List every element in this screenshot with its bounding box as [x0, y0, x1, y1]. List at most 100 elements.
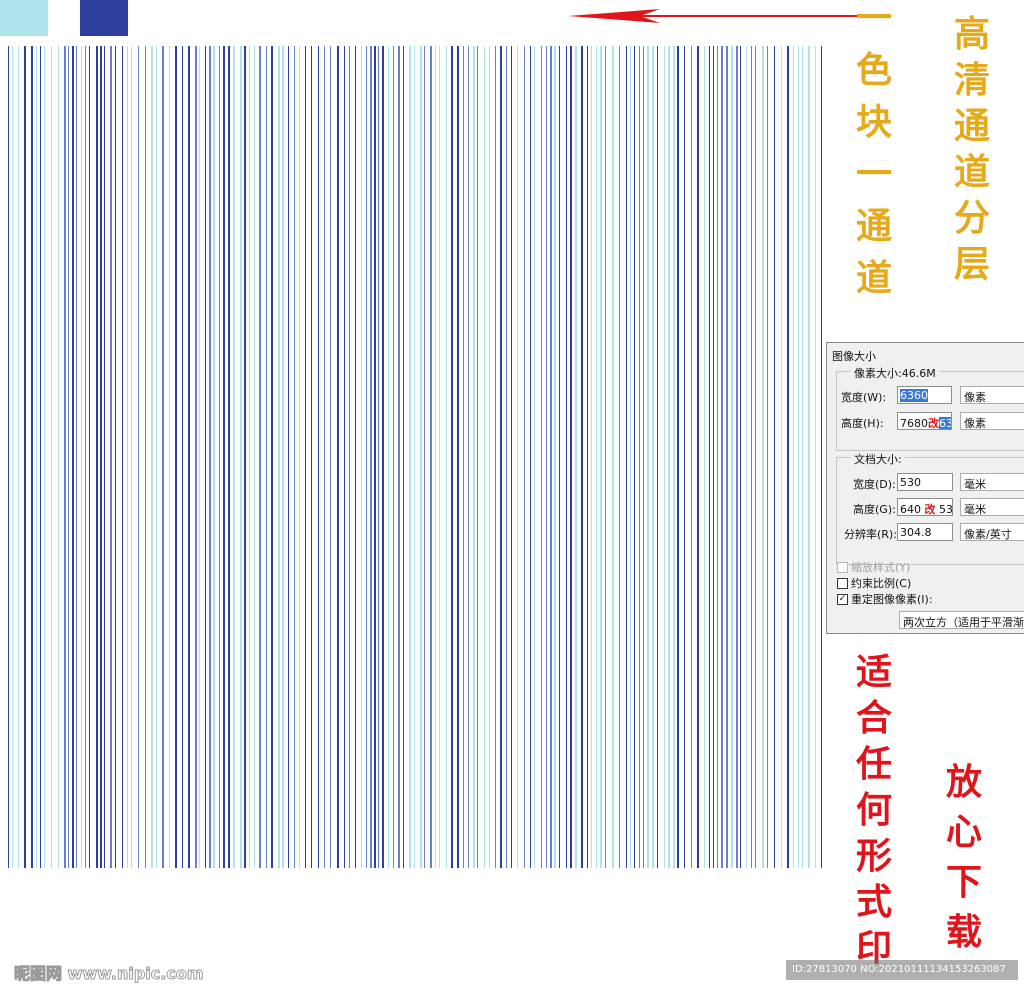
stripe-line: [209, 46, 211, 868]
stripe-line: [668, 46, 670, 868]
stripe-line: [254, 46, 255, 868]
annotation-hd-channel-layers: 高清通道分层: [954, 16, 990, 282]
stripe-line: [205, 46, 206, 868]
stripe-line: [587, 46, 588, 868]
stripe-line: [127, 46, 128, 868]
annotation-char: 通: [856, 205, 893, 247]
stripe-line: [182, 46, 183, 868]
stripe-line: [463, 46, 464, 868]
pixel-height-input[interactable]: 7680改6360: [897, 412, 952, 430]
stripe-line: [233, 46, 235, 868]
constrain-proportions-checkbox[interactable]: 约束比例(C): [837, 575, 911, 591]
stripe-line: [409, 46, 411, 868]
resample-image-checkbox[interactable]: ✓ 重定图像像素(I):: [837, 591, 933, 607]
stripe-line: [85, 46, 86, 868]
stripe-line: [223, 46, 225, 868]
stripe-line: [581, 46, 583, 868]
pixel-width-label: 宽度(W):: [841, 391, 887, 404]
stripe-line: [199, 46, 200, 868]
annotation-char: 层: [954, 243, 991, 285]
image-size-dialog: 图像大小 像素大小:46.6M 宽度(W): 6360 像素 ⌄ 高度(H): …: [826, 342, 1024, 634]
annotation-char: 合: [856, 697, 893, 739]
stripe-line: [115, 46, 116, 868]
stripe-line: [566, 46, 567, 868]
document-size-group: 文档大小: 宽度(D): 530 毫米 高度(G): 640 改 530 毫米 …: [836, 451, 1024, 565]
doc-height-row: 高度(G): 640 改 530 毫米: [837, 498, 1024, 518]
resolution-input[interactable]: 304.8: [897, 523, 953, 541]
annotation-char: 载: [946, 911, 983, 953]
stripe-line: [500, 46, 502, 868]
stripe-line: [709, 46, 710, 868]
doc-height-input[interactable]: 640 改 530: [897, 498, 953, 516]
stripe-line: [612, 46, 614, 868]
stripe-line: [96, 46, 98, 868]
stripe-line: [344, 46, 345, 868]
annotation-char: 式: [856, 881, 893, 923]
stripe-line: [81, 46, 82, 868]
pixel-height-unit-select[interactable]: 像素 ⌄: [960, 412, 1024, 430]
stripe-line: [664, 46, 665, 868]
annotation-char: 块: [856, 101, 893, 143]
annotation-suitable-for-any-print: 适合任何形式印: [856, 654, 892, 966]
stripe-line: [793, 46, 794, 868]
stripe-line: [634, 46, 635, 868]
stripe-line: [330, 46, 331, 868]
doc-width-unit-select[interactable]: 毫米: [960, 473, 1024, 491]
stripe-line: [40, 46, 41, 868]
stripe-line: [8, 46, 9, 868]
stripe-line: [169, 46, 170, 868]
stripe-line: [575, 46, 577, 868]
stripe-line: [626, 46, 627, 868]
pixel-height-label: 高度(H):: [841, 417, 884, 430]
resolution-row: 分辨率(R): 304.8 像素/英寸: [837, 523, 1024, 543]
stripe-line: [554, 46, 556, 868]
stripe-line: [213, 46, 215, 868]
stripe-line: [717, 46, 718, 868]
stripe-line: [68, 46, 69, 868]
stripe-line: [630, 46, 631, 868]
stripe-line: [188, 46, 190, 868]
stripe-line: [546, 46, 547, 868]
stripe-line: [511, 46, 512, 868]
stripe-line: [704, 46, 705, 868]
stripe-line: [605, 46, 606, 868]
stripe-line: [398, 46, 400, 868]
stripe-line: [489, 46, 490, 868]
stripe-line: [122, 46, 123, 868]
stripe-line: [318, 46, 319, 868]
stripe-line: [361, 46, 362, 868]
stripe-line: [72, 46, 74, 868]
annotation-char: 何: [856, 789, 893, 831]
annotation-char: 高: [954, 13, 991, 55]
scale-styles-checkbox[interactable]: 缩放样式(Y): [837, 559, 910, 575]
stripe-line: [278, 46, 280, 868]
annotation-one-color-block-one-channel: 一色块一通道: [856, 0, 892, 296]
stripe-line: [815, 46, 816, 868]
stripe-line: [271, 46, 273, 868]
stripe-line: [677, 46, 679, 868]
stripe-line: [282, 46, 284, 868]
stripe-line: [506, 46, 507, 868]
stripe-line: [495, 46, 496, 868]
resample-method-select[interactable]: 两次立方（适用于平滑渐变: [899, 611, 1024, 629]
stripe-line: [530, 46, 531, 868]
nipic-watermark-logo: 昵图网 www.nipic.com: [14, 964, 204, 984]
stripe-line: [305, 46, 306, 868]
doc-width-input[interactable]: 530: [897, 473, 953, 491]
pixel-width-unit-select[interactable]: 像素 ⌄: [960, 386, 1024, 404]
stripe-line: [175, 46, 177, 868]
stripe-line: [762, 46, 764, 868]
resolution-unit-select[interactable]: 像素/英寸: [960, 523, 1024, 541]
annotation-char: 道: [954, 151, 991, 193]
stripe-line: [713, 46, 714, 868]
stripe-line: [44, 46, 45, 868]
pixel-width-input[interactable]: 6360: [897, 386, 952, 404]
stripe-line: [435, 46, 436, 868]
stripe-line: [378, 46, 379, 868]
stripe-line: [781, 46, 782, 868]
pixel-dimensions-group: 像素大小:46.6M 宽度(W): 6360 像素 ⌄ 高度(H): 7680改…: [836, 365, 1024, 451]
stripe-line: [691, 46, 692, 868]
stripe-line: [541, 46, 542, 868]
doc-height-unit-select[interactable]: 毫米: [960, 498, 1024, 516]
pixel-width-row: 宽度(W): 6360 像素 ⌄: [837, 386, 1024, 406]
